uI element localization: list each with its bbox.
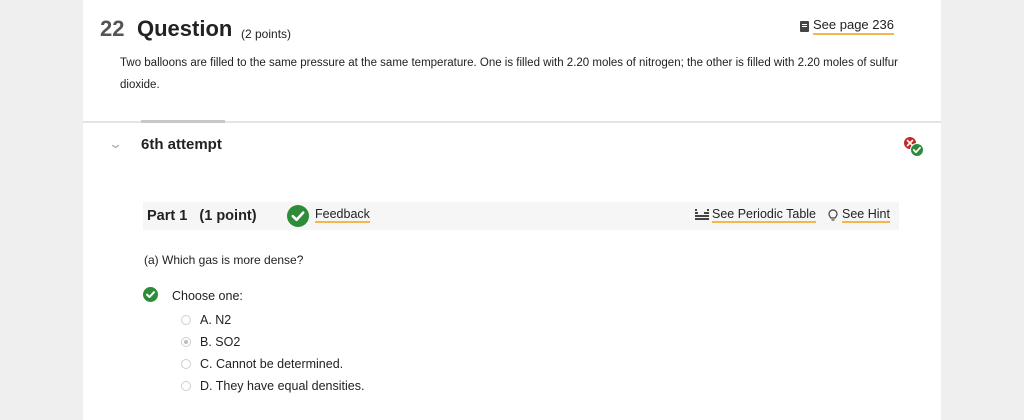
option-b[interactable]: B. SO2 bbox=[181, 335, 240, 349]
option-b-label: B. SO2 bbox=[200, 335, 241, 349]
lightbulb-icon bbox=[828, 208, 838, 221]
feedback-link[interactable]: Feedback bbox=[315, 207, 370, 223]
question-text: Two balloons are filled to the same pres… bbox=[120, 57, 898, 91]
option-c-radio[interactable] bbox=[181, 359, 191, 369]
question-number: 22 bbox=[100, 16, 125, 41]
part-prompt: (a) Which gas is more dense? bbox=[144, 253, 304, 267]
question-points: (2 points) bbox=[241, 27, 292, 41]
check-circle-icon bbox=[287, 205, 309, 227]
option-d-label: D. They have equal densities. bbox=[200, 379, 365, 393]
option-a-label: A. N2 bbox=[200, 313, 232, 327]
option-d-radio[interactable] bbox=[181, 381, 191, 391]
periodic-table-icon bbox=[695, 209, 709, 220]
see-periodic-table-label: See Periodic Table bbox=[712, 207, 817, 223]
see-periodic-table-link[interactable]: See Periodic Table bbox=[695, 207, 817, 223]
book-icon bbox=[800, 20, 809, 32]
see-hint-link[interactable]: See Hint bbox=[828, 207, 890, 223]
question-heading: Question bbox=[137, 16, 233, 41]
option-b-radio[interactable] bbox=[181, 337, 191, 347]
option-c-label: C. Cannot be determined. bbox=[200, 357, 344, 371]
option-d[interactable]: D. They have equal densities. bbox=[181, 379, 364, 393]
attempt-label: 6th attempt bbox=[141, 136, 222, 153]
part-number: Part 1 bbox=[147, 208, 188, 224]
part-title: Part 1 (1 point) bbox=[147, 208, 257, 224]
see-hint-label: See Hint bbox=[842, 207, 890, 223]
incorrect-then-correct-icon bbox=[904, 137, 924, 157]
choose-one-label: Choose one: bbox=[172, 289, 243, 303]
option-a-radio[interactable] bbox=[181, 315, 191, 325]
see-page-label: See page 236 bbox=[813, 17, 894, 35]
part-points: (1 point) bbox=[199, 208, 257, 224]
see-page-link[interactable]: See page 236 bbox=[800, 17, 894, 35]
option-c[interactable]: C. Cannot be determined. bbox=[181, 357, 343, 371]
option-a[interactable]: A. N2 bbox=[181, 313, 231, 327]
part-header: Part 1 (1 point) Feedback See Periodic T… bbox=[143, 202, 899, 230]
attempt-tab-indicator bbox=[141, 120, 225, 123]
check-circle-icon bbox=[143, 287, 158, 302]
chevron-down-icon[interactable]: ⌄ bbox=[108, 136, 123, 152]
question-card: 22 Question (2 points) See page 236 Two … bbox=[83, 0, 941, 420]
